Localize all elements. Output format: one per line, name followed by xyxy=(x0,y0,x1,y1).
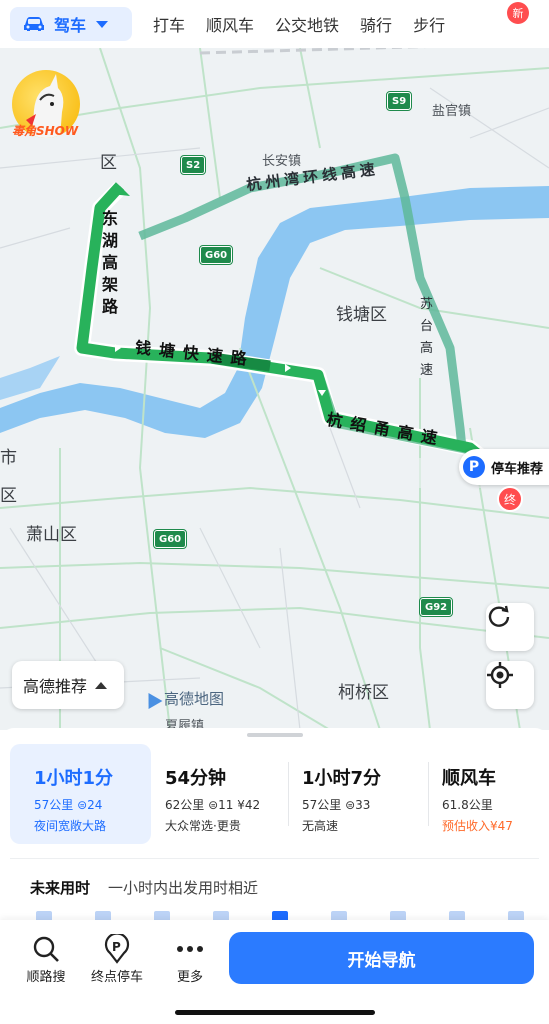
district-top-left: 区 xyxy=(100,153,117,173)
district-qiantang: 钱塘区 xyxy=(336,305,387,325)
tab-bike[interactable]: 骑行 xyxy=(360,12,392,36)
chevron-up-icon xyxy=(95,681,108,689)
district-qu-cut: 区 xyxy=(0,486,17,506)
route-divider xyxy=(428,762,429,826)
more-button[interactable]: 更多 xyxy=(158,934,222,985)
town-yanguan: 盐官镇 xyxy=(432,104,472,119)
route-time: 1小时1分 xyxy=(34,768,114,789)
mode-drive-selector[interactable]: 驾车 xyxy=(10,7,132,41)
highway-shield-g60-south: G60 xyxy=(152,529,188,549)
future-time-desc: 一小时内出发用时相近 xyxy=(108,879,259,897)
mode-bar: 驾车 打车 顺风车 公交地铁 骑行 步行 新 xyxy=(0,0,549,48)
amap-logo-icon xyxy=(141,688,163,709)
new-badge: 新 xyxy=(507,2,529,24)
map-view[interactable]: 毒角SHOW 区 钱塘区 市 区 萧山区 柯桥区 夏履镇 长安镇 盐官镇 S9 … xyxy=(0,48,549,730)
district-xiaoshan: 萧山区 xyxy=(26,525,77,545)
amap-logo: 高德地图 xyxy=(141,688,225,709)
highway-shield-s9: S9 xyxy=(385,91,413,111)
end-parking-label: 终点停车 xyxy=(90,970,143,985)
future-time[interactable]: 未来用时 一小时内出发用时相近 xyxy=(30,877,258,898)
route-option-2[interactable]: 54分钟 62公里 ⊜11 ¥42 大众常选·更贵 xyxy=(151,744,288,844)
sheet-drag-handle[interactable] xyxy=(247,733,303,737)
parking-recommend-label: 停车推荐 xyxy=(491,461,544,477)
svg-text:P: P xyxy=(112,940,121,954)
locate-button[interactable] xyxy=(486,661,534,709)
search-icon xyxy=(14,934,78,964)
recommend-label: 高德推荐 xyxy=(23,677,88,696)
tab-carpool[interactable]: 顺风车 xyxy=(206,12,254,36)
route-income: 预估收入¥47 xyxy=(442,819,513,833)
parking-icon: P xyxy=(463,456,485,478)
locate-icon xyxy=(487,662,513,688)
more-label: 更多 xyxy=(176,970,203,985)
route-option-1[interactable]: 1小时1分 57公里 ⊜24 夜间宽敞大路 xyxy=(10,744,151,844)
tab-transit[interactable]: 公交地铁 xyxy=(275,12,339,36)
mode-drive-label: 驾车 xyxy=(54,16,87,35)
car-icon xyxy=(24,17,44,31)
destination-pin[interactable]: 终 xyxy=(497,486,523,512)
parking-recommend[interactable]: P 停车推荐 xyxy=(459,449,549,485)
start-navigation-button[interactable]: 开始导航 xyxy=(229,932,534,984)
future-time-title: 未来用时 xyxy=(30,879,91,897)
tab-taxi[interactable]: 打车 xyxy=(153,12,185,36)
route-tag: 无高速 xyxy=(302,819,339,833)
home-indicator xyxy=(175,1010,375,1015)
route-distance-toll: 62公里 ⊜11 ¥42 xyxy=(165,798,261,812)
refresh-icon xyxy=(488,605,510,627)
route-tag: 大众常选·更贵 xyxy=(165,819,241,833)
route-time: 54分钟 xyxy=(165,768,227,789)
route-distance: 61.8公里 xyxy=(442,798,493,812)
route-distance-toll: 57公里 ⊜24 xyxy=(34,798,103,812)
avatar-label: 毒角SHOW xyxy=(12,124,79,138)
district-keqiao: 柯桥区 xyxy=(338,683,389,703)
route-divider xyxy=(288,762,289,826)
highway-shield-g60: G60 xyxy=(198,245,234,265)
highway-shield-g92: G92 xyxy=(418,597,454,617)
route-time: 1小时7分 xyxy=(302,768,382,789)
chevron-down-icon xyxy=(96,20,109,28)
action-bar: 顺路搜 P 终点停车 更多 开始导航 xyxy=(0,920,549,1024)
route-options: 1小时1分 57公里 ⊜24 夜间宽敞大路 54分钟 62公里 ⊜11 ¥42 … xyxy=(10,744,539,844)
recommend-dropdown[interactable]: 高德推荐 xyxy=(12,661,124,709)
section-divider xyxy=(10,858,539,859)
route-option-carpool[interactable]: 顺风车 61.8公里 预估收入¥47 xyxy=(428,744,539,844)
along-search-label: 顺路搜 xyxy=(26,970,66,985)
road-label-sutai: 苏台高速 xyxy=(420,297,434,378)
town-changan: 长安镇 xyxy=(262,154,302,169)
end-parking-button[interactable]: P 终点停车 xyxy=(85,934,149,985)
highway-shield-s2: S2 xyxy=(179,155,207,175)
route-tag: 夜间宽敞大路 xyxy=(34,819,107,833)
district-city-cut: 市 xyxy=(0,448,17,468)
more-dots-icon xyxy=(158,934,222,964)
refresh-button[interactable] xyxy=(486,603,534,651)
road-label-donghu: 东湖高架路 xyxy=(102,209,119,316)
parking-pin-icon: P xyxy=(85,934,149,964)
route-time: 顺风车 xyxy=(442,768,496,789)
tab-walk[interactable]: 步行 xyxy=(413,12,445,36)
route-option-3[interactable]: 1小时7分 57公里 ⊜33 无高速 xyxy=(288,744,428,844)
route-distance-toll: 57公里 ⊜33 xyxy=(302,798,371,812)
along-search-button[interactable]: 顺路搜 xyxy=(14,934,78,985)
route-sheet: 1小时1分 57公里 ⊜24 夜间宽敞大路 54分钟 62公里 ⊜11 ¥42 … xyxy=(0,728,549,1024)
amap-logo-text: 高德地图 xyxy=(164,690,225,708)
